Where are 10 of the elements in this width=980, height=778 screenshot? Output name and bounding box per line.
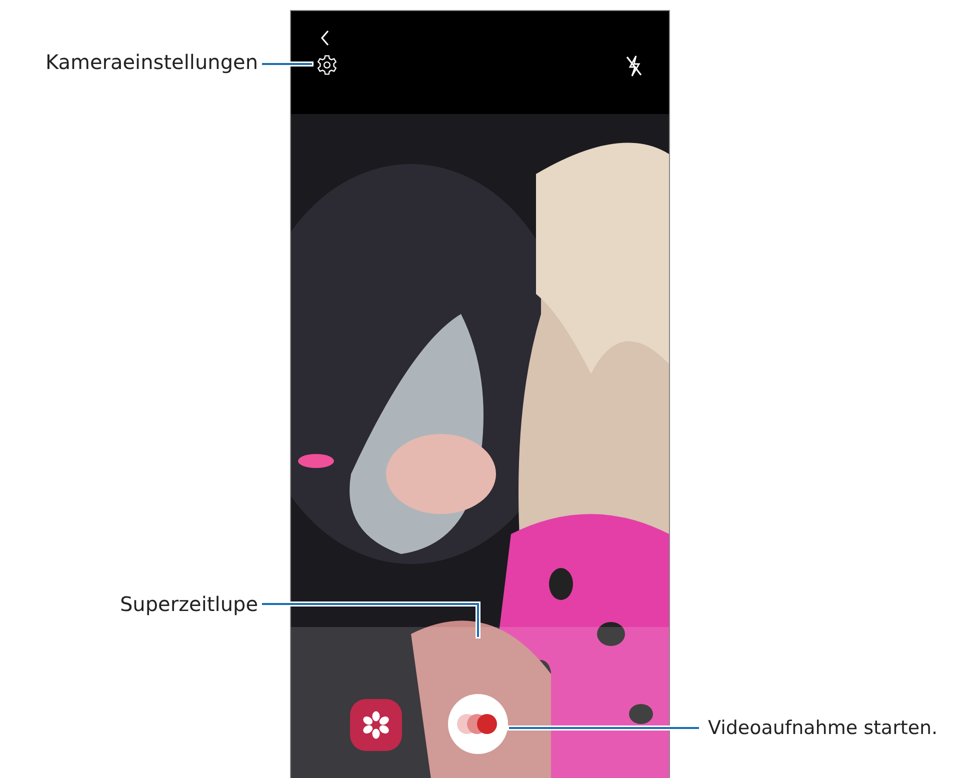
leader-line xyxy=(260,62,314,66)
gallery-button[interactable] xyxy=(350,699,402,751)
flower-icon xyxy=(361,710,391,740)
callout-label: Kameraeinstellungen xyxy=(45,50,258,74)
callout-label: Superzeitlupe xyxy=(120,592,258,616)
back-icon[interactable] xyxy=(319,29,331,47)
circles-icon xyxy=(456,712,500,736)
flash-off-icon[interactable] xyxy=(624,54,644,78)
callout-label: Videoaufnahme starten. xyxy=(708,716,938,740)
settings-icon[interactable] xyxy=(316,54,338,76)
